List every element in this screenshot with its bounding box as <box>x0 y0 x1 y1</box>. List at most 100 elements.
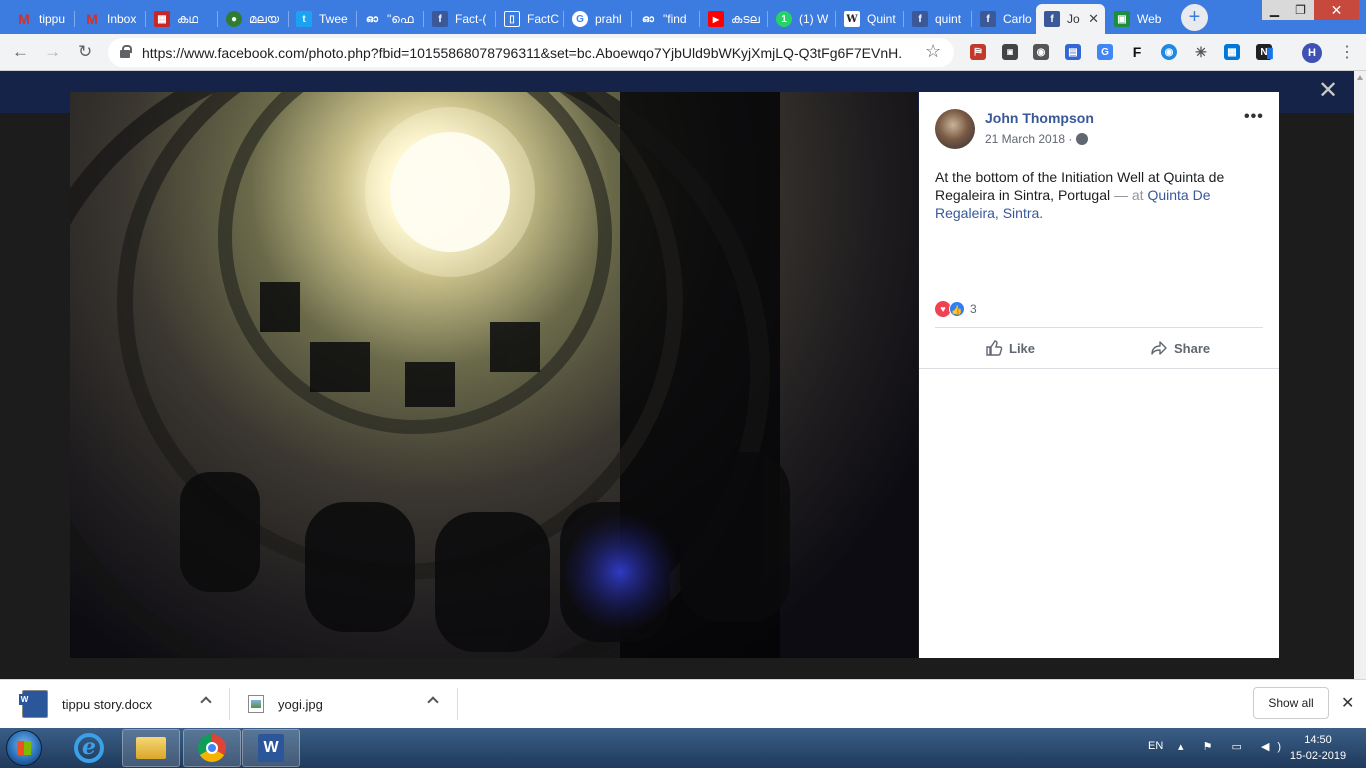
lock-icon[interactable] <box>120 45 132 58</box>
youtube-icon: ▶ <box>708 11 724 27</box>
divider <box>229 688 230 720</box>
malayalam-site-icon: ● <box>226 11 242 27</box>
tab-strip: Mtippu M Inbox ▦ കഥ ● മലയ t Twee ഓ "ഫെ f Fact-… <box>0 0 1366 34</box>
web-app-icon: ▣ <box>1114 11 1130 27</box>
download-filename: yogi.jpg <box>278 696 323 712</box>
translate-icon[interactable]: G <box>1097 44 1113 60</box>
post-caption: At the bottom of the Initiation Well at … <box>935 168 1255 222</box>
bookmark-ext-icon[interactable]: ▮ <box>1262 44 1278 60</box>
reactions-summary[interactable]: ♥ 👍 3 <box>935 301 977 317</box>
window-close-button[interactable]: ✕ <box>1314 0 1359 20</box>
caption-at: — at <box>1110 187 1148 203</box>
page-content: ✕ John Thompson 21 March 2018 · ••• At t… <box>0 71 1366 679</box>
forward-arrow-icon[interactable]: → <box>44 42 61 62</box>
tab-5[interactable]: ഓ "ഫെ <box>356 4 422 34</box>
author-avatar[interactable] <box>935 109 975 149</box>
tab-separator <box>74 11 75 27</box>
windows-ext-icon[interactable]: ▦ <box>1224 44 1240 60</box>
start-button[interactable] <box>6 730 42 766</box>
facebook-icon: f <box>1044 11 1060 27</box>
initiation-well-photo <box>70 92 918 658</box>
facebook-icon: f <box>980 11 996 27</box>
tab-8[interactable]: Gprahl <box>564 4 630 34</box>
taskbar-chrome[interactable] <box>183 729 241 767</box>
image-search-icon[interactable]: ▤ <box>1065 44 1081 60</box>
share-label: Share <box>1174 340 1211 356</box>
file-explorer-icon <box>136 737 166 759</box>
url-text[interactable]: https://www.facebook.com/photo.php?fbid=… <box>142 45 902 61</box>
tab-active[interactable]: f Jo ✕ <box>1036 4 1105 34</box>
browser-toolbar: ← → ↻ https://www.facebook.com/photo.php… <box>0 34 1366 71</box>
share-button[interactable]: Share <box>1150 339 1210 357</box>
more-options-icon[interactable]: ••• <box>1244 108 1264 126</box>
wikipedia-icon: W <box>844 11 860 27</box>
downloads-bar: tippu story.docx yogi.jpg Show all ✕ <box>0 679 1366 728</box>
tab-3[interactable]: ● മലയ <box>218 4 286 34</box>
facebook-icon: f <box>432 11 448 27</box>
camera-icon[interactable]: ◉ <box>1033 44 1049 60</box>
like-label: Like <box>1009 340 1036 356</box>
tab-1[interactable]: M Inbox <box>76 4 142 34</box>
caption-period: . <box>1039 205 1044 221</box>
word-doc-icon <box>19 690 48 718</box>
windows-taskbar: e W EN ▴ ⚑ ▭ ◀) 14:50 15-02-2019 <box>0 728 1366 768</box>
pdf-icon[interactable]: ⛿ <box>970 44 986 60</box>
divider <box>935 327 1263 328</box>
download-filename: tippu story.docx <box>62 696 153 712</box>
post-photo[interactable] <box>70 92 918 658</box>
tab-9[interactable]: ഓ "find <box>632 4 698 34</box>
twitter-icon: t <box>296 11 312 27</box>
download-item[interactable]: tippu story.docx <box>19 680 222 728</box>
reload-icon[interactable]: ↻ <box>78 42 92 62</box>
tab-12[interactable]: W Quint <box>836 4 902 34</box>
chrome-icon <box>198 734 226 762</box>
tab-site-icon: ഓ <box>366 13 378 25</box>
thumbs-up-icon <box>986 340 1003 356</box>
close-photo-viewer-icon[interactable]: ✕ <box>1318 79 1338 103</box>
close-downloads-icon[interactable]: ✕ <box>1341 693 1354 713</box>
author-name[interactable]: John Thompson <box>985 110 1094 126</box>
bookmark-star-icon[interactable]: ☆ <box>925 41 941 62</box>
document-icon: ▯ <box>504 11 520 27</box>
clock-date[interactable]: 15-02-2019 <box>1283 750 1353 762</box>
show-all-button[interactable]: Show all <box>1253 687 1329 719</box>
language-indicator[interactable]: EN <box>1148 740 1163 752</box>
download-item[interactable]: yogi.jpg <box>248 680 438 728</box>
f-icon[interactable]: F <box>1129 44 1145 60</box>
taskbar-explorer[interactable] <box>122 729 180 767</box>
minimize-button[interactable]: ▁ <box>1262 0 1287 20</box>
tab-11[interactable]: 1 (1) W <box>768 4 834 34</box>
facebook-icon: f <box>912 11 928 27</box>
taskbar-word[interactable]: W <box>242 729 300 767</box>
tab-14[interactable]: f Carlo <box>972 4 1036 34</box>
close-tab-icon[interactable]: ✕ <box>1088 11 1099 27</box>
tab-6[interactable]: f Fact-( <box>424 4 494 34</box>
back-arrow-icon[interactable]: ← <box>12 42 29 62</box>
globe-icon <box>1076 133 1088 145</box>
eye-icon[interactable]: ◉ <box>1161 44 1177 60</box>
maximize-button[interactable]: ❐ <box>1287 0 1314 20</box>
post-date[interactable]: 21 March 2018 · <box>985 132 1072 146</box>
new-tab-button[interactable]: + <box>1181 4 1208 31</box>
like-reaction-icon: 👍 <box>949 301 965 317</box>
page-scrollbar[interactable] <box>1354 71 1366 679</box>
system-tray-icons[interactable]: ▴ ⚑ ▭ ◀) <box>1178 740 1289 753</box>
share-arrow-icon <box>1151 341 1167 355</box>
clock-time[interactable]: 14:50 <box>1283 734 1353 746</box>
invid-icon[interactable]: ▣ <box>1002 44 1018 60</box>
tab-16[interactable]: ▣ Web <box>1106 4 1174 34</box>
taskbar-ie[interactable]: e <box>60 729 118 767</box>
tab-0[interactable]: Mtippu <box>8 4 70 34</box>
browser-menu-icon[interactable]: ⋮ <box>1339 42 1355 62</box>
like-button[interactable]: Like <box>985 339 1035 357</box>
tab-10[interactable]: ▶ കടല <box>700 4 766 34</box>
tab-4[interactable]: t Twee <box>288 4 356 34</box>
tab-2[interactable]: ▦ കഥ <box>146 4 216 34</box>
tab-7[interactable]: ▯ FactC <box>496 4 562 34</box>
reactions-count[interactable]: 3 <box>970 302 977 316</box>
refresh-ext-icon[interactable]: ✳ <box>1193 44 1209 60</box>
address-bar[interactable]: https://www.facebook.com/photo.php?fbid=… <box>108 38 954 67</box>
tab-13[interactable]: f quint <box>904 4 970 34</box>
profile-avatar[interactable]: H <box>1302 43 1322 63</box>
divider <box>457 688 458 720</box>
